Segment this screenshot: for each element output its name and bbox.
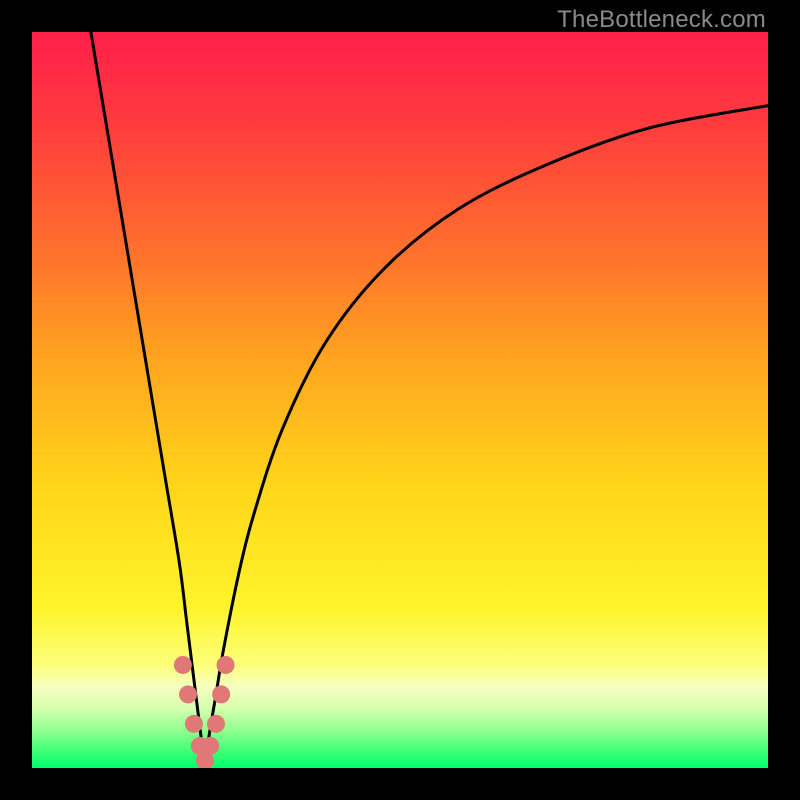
watermark-text: TheBottleneck.com	[557, 6, 766, 34]
chart-frame: TheBottleneck.com	[0, 0, 800, 800]
highlight-point	[201, 737, 219, 755]
right-branch-curve	[205, 106, 768, 768]
highlight-point	[185, 715, 203, 733]
highlight-point	[174, 656, 192, 674]
highlight-point	[207, 715, 225, 733]
plot-area	[32, 32, 768, 768]
highlight-point	[217, 656, 235, 674]
highlight-markers	[174, 656, 235, 768]
highlight-point	[212, 685, 230, 703]
highlight-point	[179, 685, 197, 703]
curve-layer	[32, 32, 768, 768]
